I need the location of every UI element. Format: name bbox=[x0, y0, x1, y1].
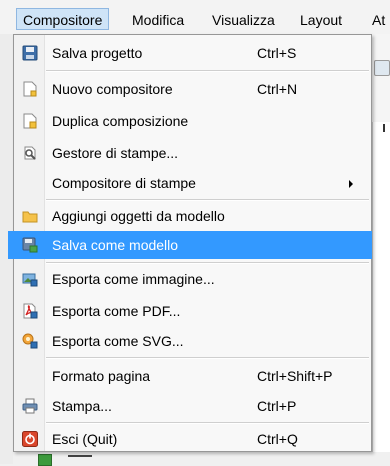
menu-item-shortcut: Ctrl+P bbox=[257, 398, 297, 414]
menu-item-label: Esci (Quit) bbox=[52, 431, 118, 447]
menu-item-label: Gestore di stampe... bbox=[52, 145, 179, 161]
menu-item-esporta-come-immagine[interactable]: Esporta come immagine... bbox=[15, 265, 370, 293]
menu-item-salva-come-modello[interactable]: Salva come modello bbox=[8, 231, 372, 259]
quit-icon bbox=[22, 431, 38, 447]
menu-item-label: Salva come modello bbox=[52, 237, 179, 253]
menu-item-aggiungi-oggetti-da-modello[interactable]: Aggiungi oggetti da modello bbox=[15, 202, 370, 230]
menu-separator bbox=[46, 262, 369, 264]
compositore-menu: Salva progetto Ctrl+S Nuovo compositore … bbox=[8, 34, 372, 453]
printer-icon bbox=[22, 398, 38, 414]
menu-item-esporta-come-pdf[interactable]: Esporta come PDF... bbox=[15, 297, 370, 325]
submenu-arrow-icon bbox=[349, 180, 353, 188]
menubar-modifica[interactable]: Modifica bbox=[126, 9, 190, 31]
menubar-atlas[interactable]: At bbox=[366, 9, 385, 31]
menu-item-label: Duplica composizione bbox=[52, 113, 189, 129]
new-composer-icon bbox=[22, 81, 38, 97]
menu-item-stampa[interactable]: Stampa... Ctrl+P bbox=[15, 392, 370, 420]
menu-item-esporta-come-svg[interactable]: Esporta come SVG... bbox=[15, 327, 370, 355]
menu-item-esci[interactable]: Esci (Quit) Ctrl+Q bbox=[15, 425, 370, 453]
composer-manager-icon bbox=[22, 145, 38, 161]
menu-item-compositore-di-stampe[interactable]: Compositore di stampe bbox=[15, 169, 370, 197]
menu-item-shortcut: Ctrl+S bbox=[257, 45, 297, 61]
menubar-compositore[interactable]: Compositore bbox=[16, 8, 110, 30]
menu-item-label: Formato pagina bbox=[52, 368, 151, 384]
menu-item-formato-pagina[interactable]: Formato pagina Ctrl+Shift+P bbox=[15, 362, 370, 390]
divider bbox=[68, 455, 92, 457]
menu-item-duplica-composizione[interactable]: Duplica composizione bbox=[15, 107, 370, 135]
menubar: Compositore Modifica Visualizza Layout A… bbox=[0, 0, 390, 35]
menu-item-label: Esporta come PDF... bbox=[52, 303, 181, 319]
zoom-icon[interactable] bbox=[38, 454, 52, 466]
export-pdf-icon bbox=[22, 303, 38, 319]
menu-item-label: Esporta come immagine... bbox=[52, 271, 215, 287]
status-strip bbox=[13, 452, 390, 464]
toolbar-button-icon[interactable] bbox=[374, 60, 390, 76]
menubar-layout[interactable]: Layout bbox=[294, 9, 348, 31]
export-image-icon bbox=[22, 271, 38, 287]
menu-item-label: Compositore di stampe bbox=[52, 175, 196, 191]
menu-item-label: Stampa... bbox=[52, 398, 112, 414]
menu-item-salva-progetto[interactable]: Salva progetto Ctrl+S bbox=[15, 39, 370, 67]
menu-separator bbox=[46, 70, 369, 72]
export-svg-icon bbox=[22, 333, 38, 349]
menu-separator bbox=[46, 357, 369, 359]
menu-item-shortcut: Ctrl+Shift+P bbox=[257, 368, 333, 384]
menu-separator bbox=[46, 199, 369, 201]
menubar-visualizza[interactable]: Visualizza bbox=[206, 9, 281, 31]
save-as-template-icon bbox=[22, 237, 38, 253]
menu-item-label: Esporta come SVG... bbox=[52, 333, 184, 349]
menu-item-label: Aggiungi oggetti da modello bbox=[52, 208, 225, 224]
menu-item-shortcut: Ctrl+Q bbox=[257, 431, 298, 447]
folder-icon bbox=[22, 208, 38, 224]
ruler-tick bbox=[383, 124, 385, 132]
menu-item-gestore-di-stampe[interactable]: Gestore di stampe... bbox=[15, 139, 370, 167]
menu-item-shortcut: Ctrl+N bbox=[257, 81, 298, 97]
background-panel bbox=[372, 122, 390, 464]
save-icon bbox=[22, 45, 38, 61]
menu-item-nuovo-compositore[interactable]: Nuovo compositore Ctrl+N bbox=[15, 75, 370, 103]
menu-separator bbox=[46, 422, 369, 424]
menu-item-label: Salva progetto bbox=[52, 45, 143, 61]
duplicate-composer-icon bbox=[22, 113, 38, 129]
menu-item-label: Nuovo compositore bbox=[52, 81, 173, 97]
